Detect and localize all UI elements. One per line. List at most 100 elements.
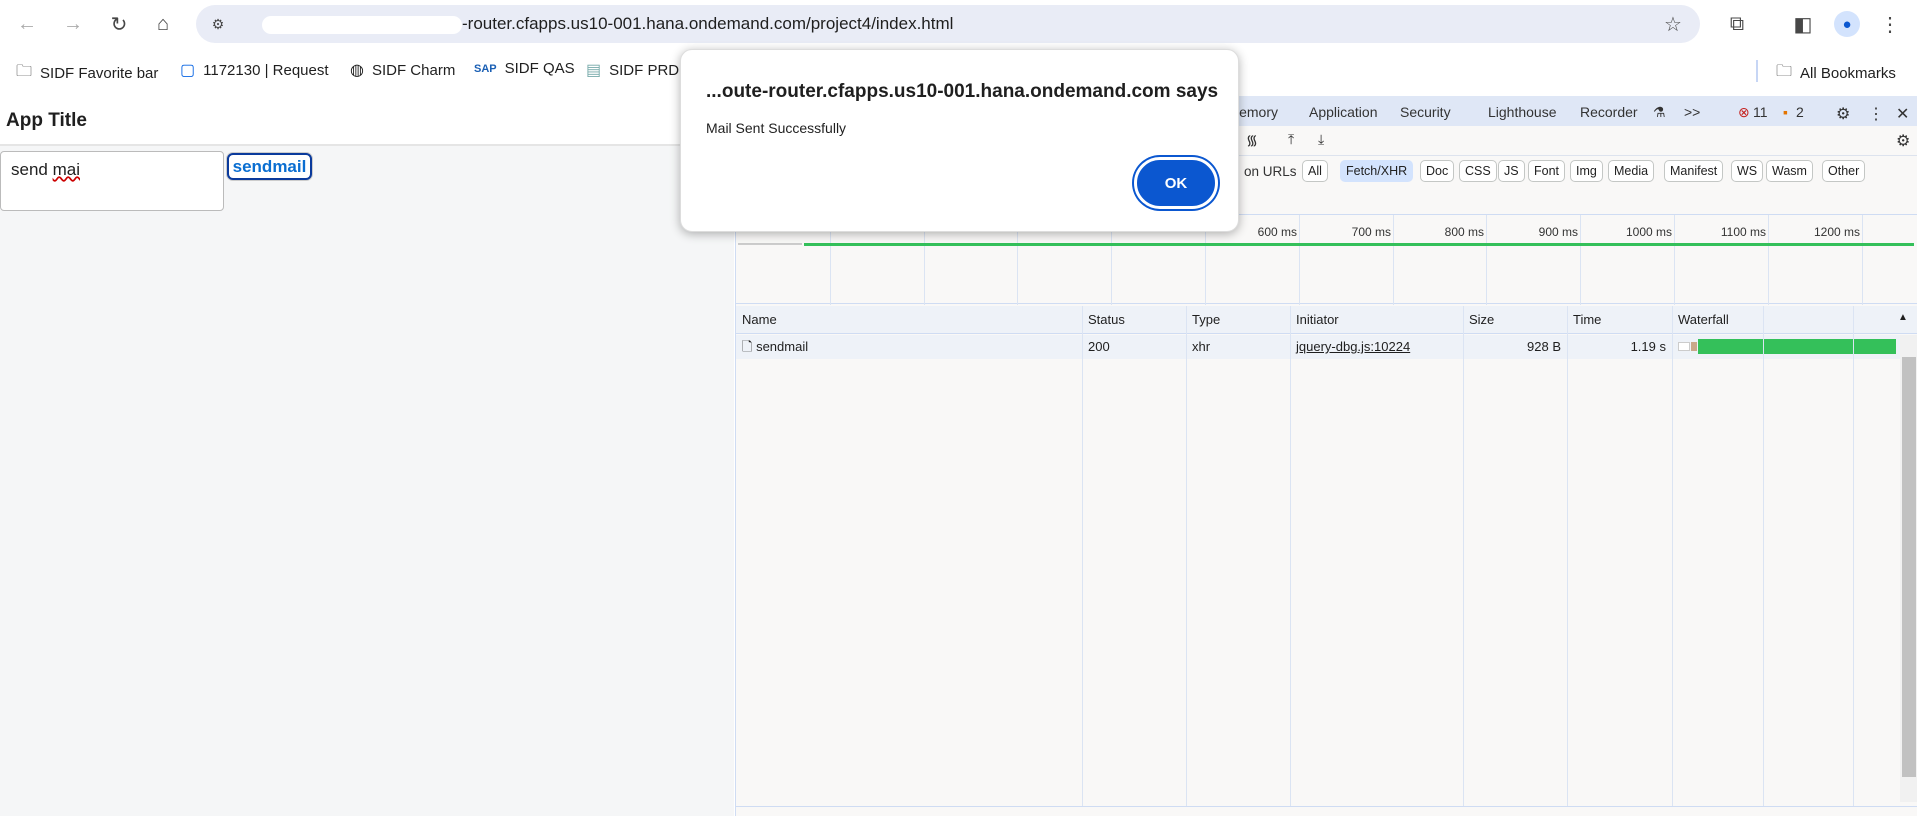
tab-recorder[interactable]: Recorder: [1580, 104, 1638, 120]
extensions-icon[interactable]: ⧉: [1722, 10, 1752, 38]
export-har-icon[interactable]: ⤓: [1318, 131, 1324, 148]
error-icon[interactable]: ⊗: [1738, 104, 1750, 121]
error-count[interactable]: 11: [1753, 104, 1768, 120]
requests-table: Name Status Type Initiator Size Time Wat…: [736, 306, 1917, 806]
bookmark-label: All Bookmarks: [1800, 65, 1896, 82]
network-conditions-icon[interactable]: ᯾: [1246, 131, 1258, 150]
bookmark-sidf-favorite-bar[interactable]: 🗀 SIDF Favorite bar: [16, 60, 158, 87]
col-time[interactable]: Time: [1567, 306, 1672, 334]
col-name[interactable]: Name: [736, 306, 1082, 334]
document-icon: 🗋: [742, 339, 757, 354]
more-tabs-button[interactable]: >>: [1684, 104, 1700, 120]
row-status: 200: [1082, 335, 1186, 359]
app-page: App Title send mai sendmail: [0, 96, 734, 816]
waterfall-queue: [1678, 342, 1690, 351]
all-bookmarks[interactable]: 🗀 All Bookmarks: [1776, 60, 1896, 87]
page-icon: ▤: [586, 62, 602, 79]
warning-icon[interactable]: ▪: [1783, 104, 1788, 120]
row-name: sendmail: [756, 339, 809, 354]
row-type: xhr: [1186, 335, 1290, 359]
dialog-message: Mail Sent Successfully: [706, 120, 847, 136]
folder-icon: 🗀: [16, 63, 33, 80]
tab-security[interactable]: Security: [1400, 104, 1451, 120]
filter-manifest[interactable]: Manifest: [1664, 160, 1724, 182]
filter-fetch-xhr[interactable]: Fetch/XHR: [1340, 160, 1414, 182]
sendmail-button[interactable]: sendmail: [227, 153, 312, 180]
overview-request-bar: [804, 243, 1914, 246]
alert-dialog: ...oute-router.cfapps.us10-001.hana.onde…: [680, 49, 1239, 232]
scrollbar-thumb[interactable]: [1902, 357, 1916, 777]
bookmark-label: SIDF Favorite bar: [40, 65, 159, 82]
row-initiator-link[interactable]: jquery-dbg.js:10224: [1290, 335, 1463, 359]
filter-css[interactable]: CSS: [1459, 160, 1497, 182]
filter-wasm[interactable]: Wasm: [1766, 160, 1813, 182]
divider: [1756, 60, 1758, 82]
tab-lighthouse[interactable]: Lighthouse: [1488, 104, 1557, 120]
bookmark-star-icon[interactable]: ☆: [1658, 10, 1688, 38]
site-info-icon[interactable]: ⚙: [206, 12, 230, 36]
forward-icon[interactable]: →: [58, 10, 88, 38]
tick-label: 700 ms: [1351, 225, 1391, 239]
import-har-icon[interactable]: ⤒: [1288, 131, 1294, 148]
sort-ascending-icon[interactable]: ▲: [1898, 312, 1908, 323]
menu-kebab-icon[interactable]: ⋮: [1878, 10, 1902, 38]
ok-button[interactable]: OK: [1134, 157, 1218, 209]
profile-avatar-icon[interactable]: ●: [1834, 11, 1860, 37]
tick-label: 1200 ms: [1813, 225, 1860, 239]
filter-label: on URLs: [1244, 164, 1297, 179]
home-icon[interactable]: ⌂: [148, 10, 178, 38]
textarea-text: send: [11, 160, 53, 179]
filter-doc[interactable]: Doc: [1420, 160, 1455, 182]
tab-application[interactable]: Application: [1309, 104, 1378, 120]
filter-media[interactable]: Media: [1608, 160, 1655, 182]
mail-textarea[interactable]: send mai: [0, 151, 224, 211]
filter-js[interactable]: JS: [1498, 160, 1525, 182]
filter-img[interactable]: Img: [1570, 160, 1603, 182]
bookmark-label: 1172130 | Request: [203, 61, 329, 79]
filter-ws[interactable]: WS: [1731, 160, 1764, 182]
tab-memory[interactable]: lemory: [1236, 104, 1278, 120]
waterfall-bar: [1698, 339, 1896, 354]
url-text[interactable]: -router.cfapps.us10-001.hana.ondemand.co…: [262, 14, 953, 34]
bookmark-sidf-charm[interactable]: ◍ SIDF Charm: [350, 60, 455, 80]
more-options-icon[interactable]: ⋮: [1868, 104, 1884, 124]
filter-font[interactable]: Font: [1528, 160, 1566, 182]
row-time: 1.19 s: [1567, 335, 1672, 359]
status-bar-divider: [736, 806, 1917, 807]
app-title: App Title: [6, 110, 87, 131]
bookmark-label: SIDF PRD: [609, 61, 680, 79]
bookmark-label: SIDF Charm: [371, 61, 456, 79]
side-panel-icon[interactable]: ◧: [1788, 10, 1818, 38]
bookmark-sidf-prd[interactable]: ▤ SIDF PRD: [586, 60, 679, 80]
dialog-title: ...oute-router.cfapps.us10-001.hana.onde…: [706, 81, 1219, 102]
bookmark-sidf-qas[interactable]: SAP SIDF QAS: [474, 60, 575, 77]
col-size[interactable]: Size: [1463, 306, 1567, 334]
col-status[interactable]: Status: [1082, 306, 1186, 334]
back-icon[interactable]: ←: [12, 10, 42, 38]
col-type[interactable]: Type: [1186, 306, 1290, 334]
tick-label: 800 ms: [1444, 225, 1484, 239]
folder-icon: 🗀: [1776, 63, 1793, 80]
sap-icon: SAP: [474, 62, 497, 75]
filter-all[interactable]: All: [1302, 160, 1328, 182]
tick-label: 1000 ms: [1625, 225, 1672, 239]
page-icon: ▢: [180, 62, 196, 79]
tick-label: 1100 ms: [1720, 225, 1766, 239]
reload-icon[interactable]: ↻: [104, 10, 134, 38]
warning-count[interactable]: 2: [1796, 104, 1804, 120]
tick-label: 900 ms: [1538, 225, 1578, 239]
overview-queue-bar: [738, 243, 802, 245]
bookmark-label: SIDF QAS: [504, 60, 575, 77]
scrollbar[interactable]: [1900, 335, 1917, 802]
flask-icon: ⚗: [1653, 104, 1666, 120]
col-initiator[interactable]: Initiator: [1290, 306, 1463, 334]
settings-gear-icon[interactable]: ⚙: [1836, 104, 1850, 124]
waterfall-stalled: [1691, 342, 1697, 351]
col-waterfall[interactable]: Waterfall: [1672, 306, 1917, 334]
network-settings-icon[interactable]: ⚙: [1896, 131, 1910, 151]
filter-other[interactable]: Other: [1822, 160, 1866, 182]
row-size: 928 B: [1463, 335, 1567, 359]
url-value: -router.cfapps.us10-001.hana.ondemand.co…: [462, 14, 954, 33]
close-devtools-icon[interactable]: ✕: [1896, 104, 1909, 124]
bookmark-request[interactable]: ▢ 1172130 | Request: [180, 60, 329, 80]
